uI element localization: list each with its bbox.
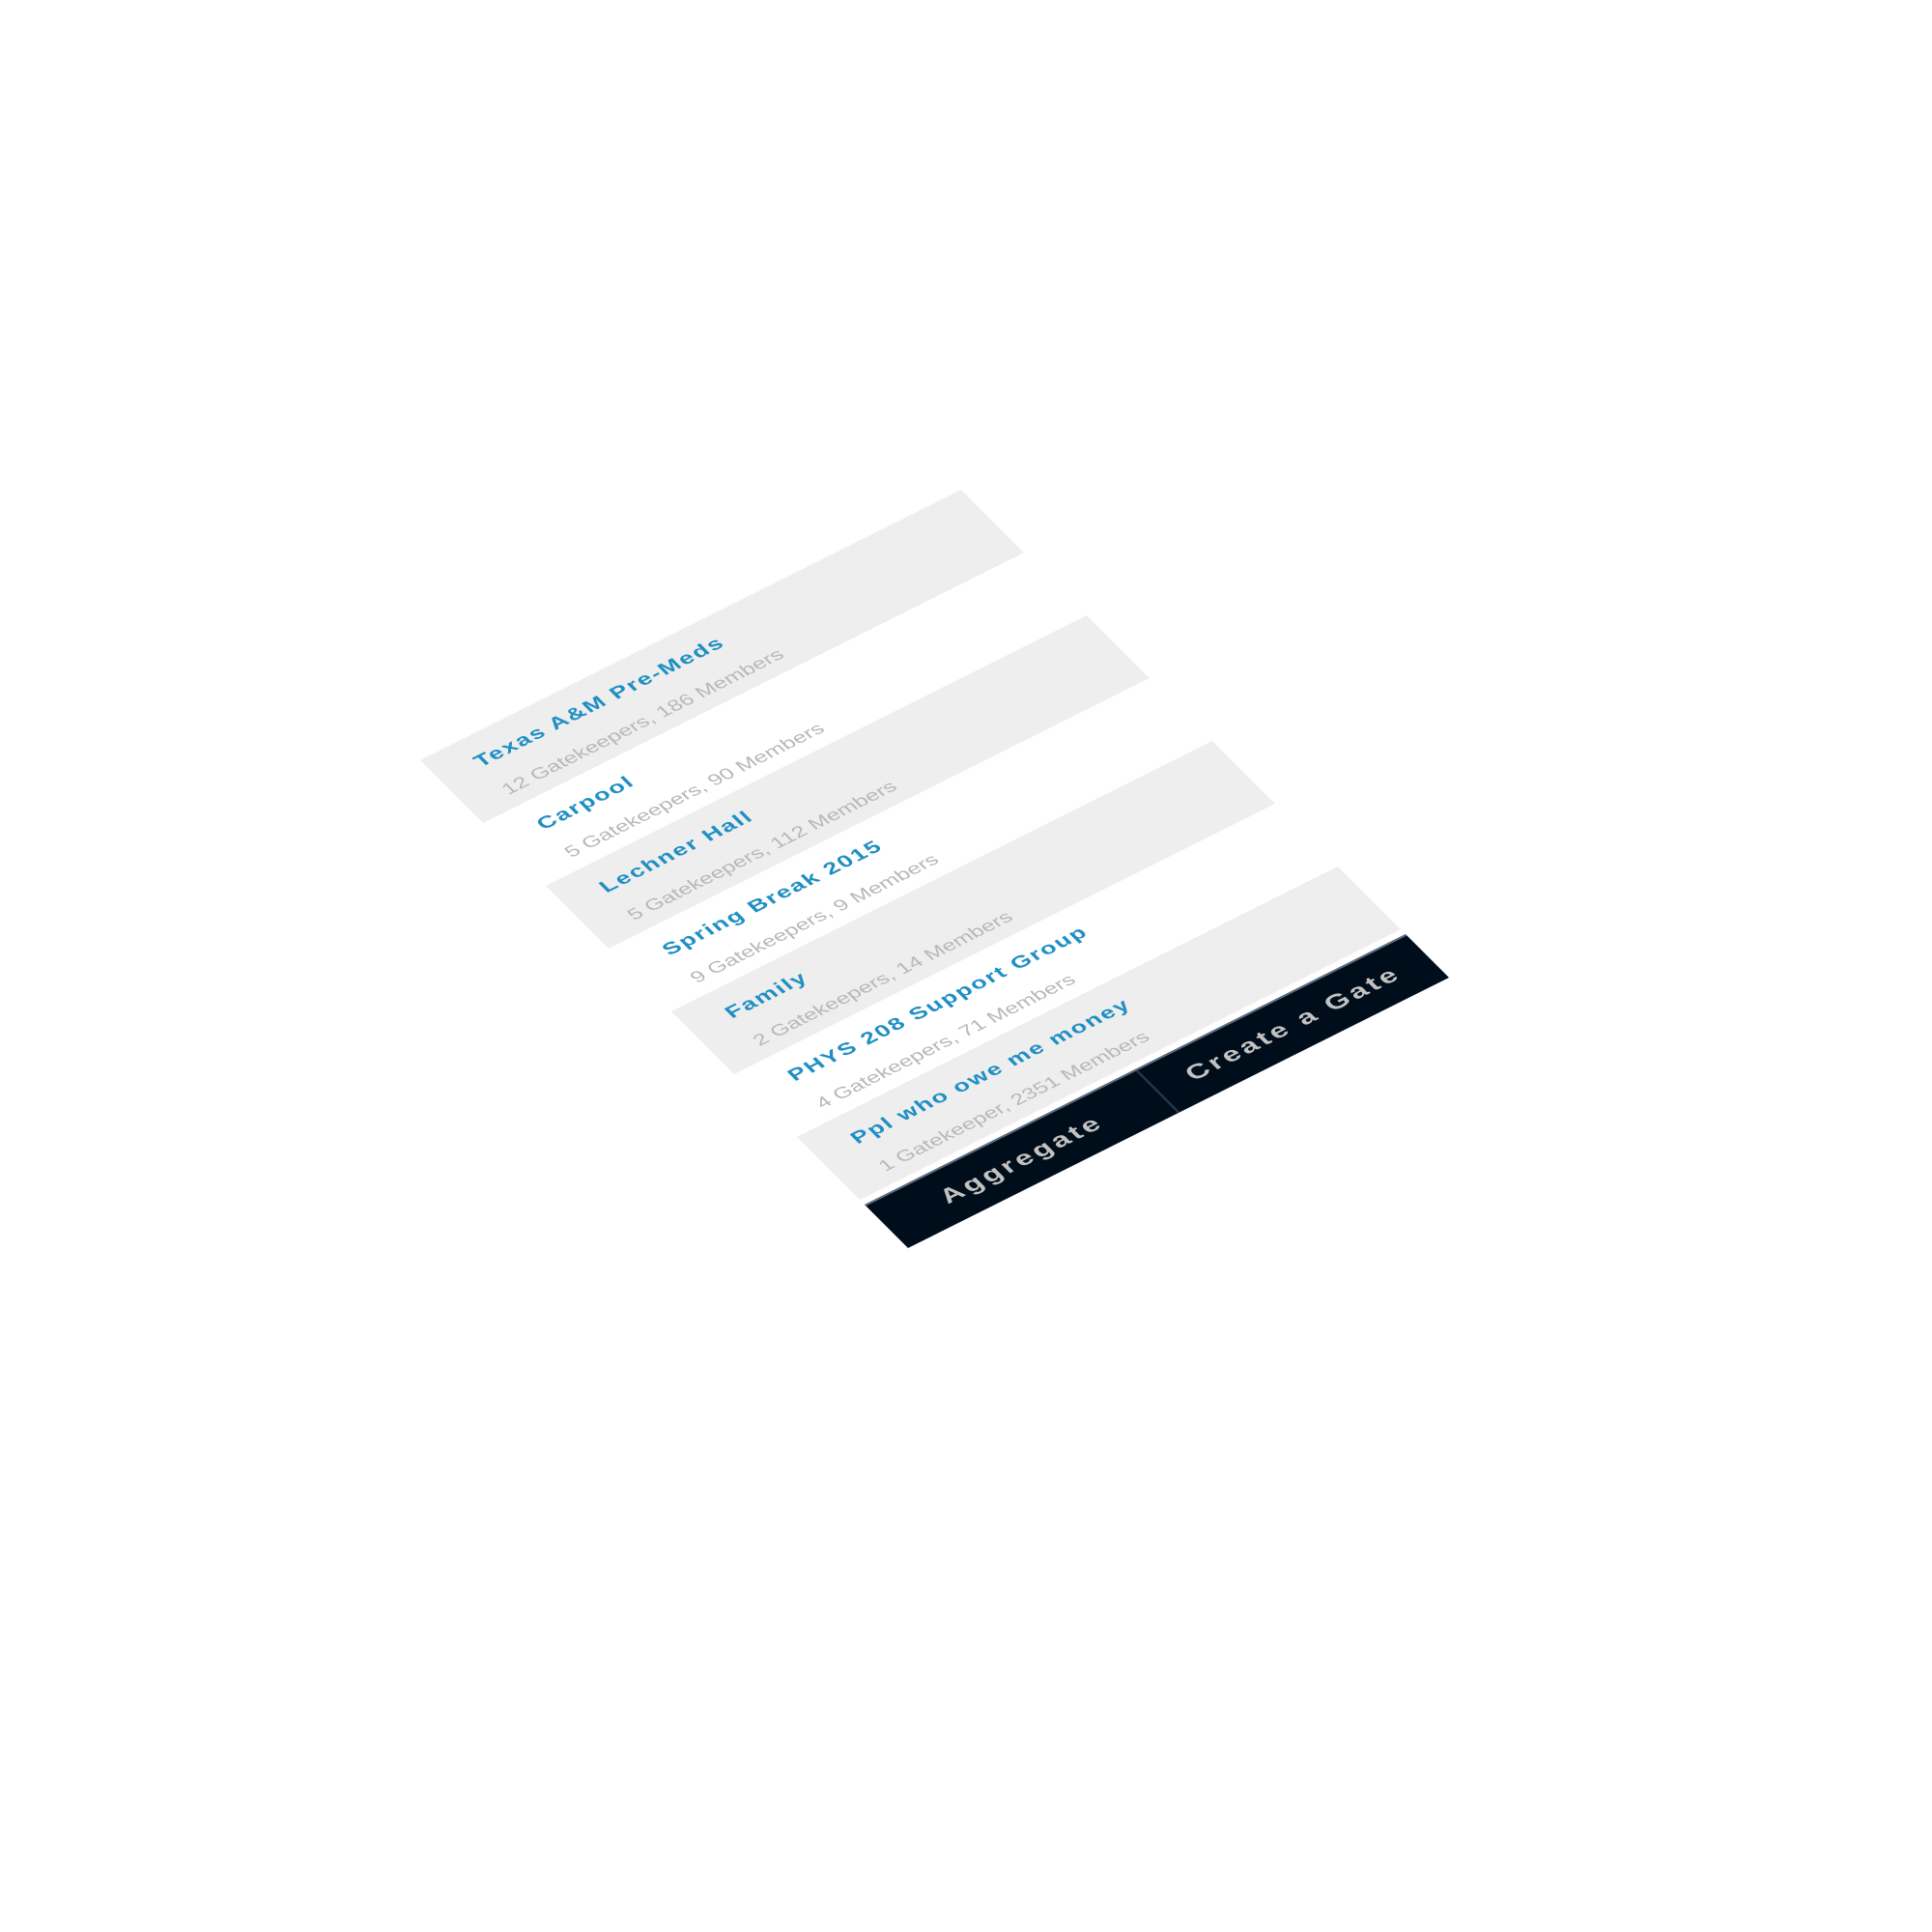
group-list: Texas A&M Pre-Meds 12 Gatekeepers, 186 M… [420,490,1401,1200]
app-screen: Texas A&M Pre-Meds 12 Gatekeepers, 186 M… [420,490,1449,1248]
